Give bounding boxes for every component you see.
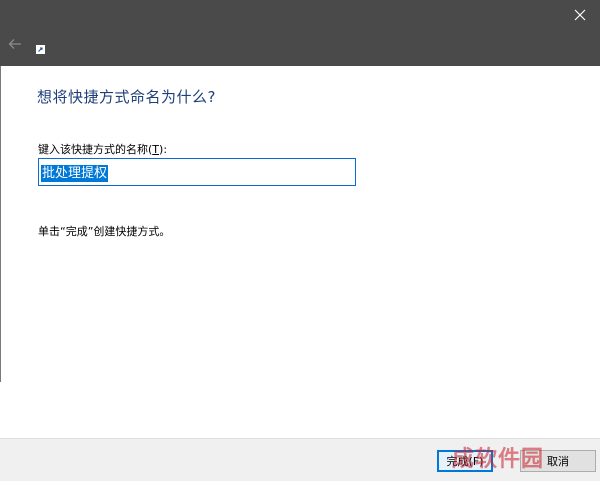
finish-hint-text: 单击“完成”创建快捷方式。 bbox=[38, 225, 171, 238]
back-button[interactable] bbox=[4, 34, 26, 54]
finish-button[interactable]: 完成(F) bbox=[437, 450, 493, 472]
left-edge-divider bbox=[0, 66, 1, 382]
shortcut-icon bbox=[36, 45, 45, 54]
button-bar bbox=[0, 438, 600, 481]
close-icon bbox=[574, 6, 586, 25]
create-shortcut-wizard: 想将快捷方式命名为什么? 键入该快捷方式的名称(T): 批处理提权 单击“完成”… bbox=[0, 0, 600, 481]
shortcut-name-input[interactable]: 批处理提权 bbox=[38, 158, 356, 186]
name-field-label: 键入该快捷方式的名称(T): bbox=[38, 141, 167, 157]
page-title: 想将快捷方式命名为什么? bbox=[37, 88, 216, 106]
shortcut-name-selected-text: 批处理提权 bbox=[41, 165, 109, 182]
name-field-label-prefix: 键入该快捷方式的名称( bbox=[38, 143, 153, 156]
name-field-label-suffix: ): bbox=[159, 143, 168, 156]
cancel-button[interactable]: 取消 bbox=[520, 450, 596, 472]
title-bar bbox=[0, 0, 600, 66]
back-arrow-icon bbox=[8, 35, 22, 54]
close-button[interactable] bbox=[566, 2, 594, 28]
